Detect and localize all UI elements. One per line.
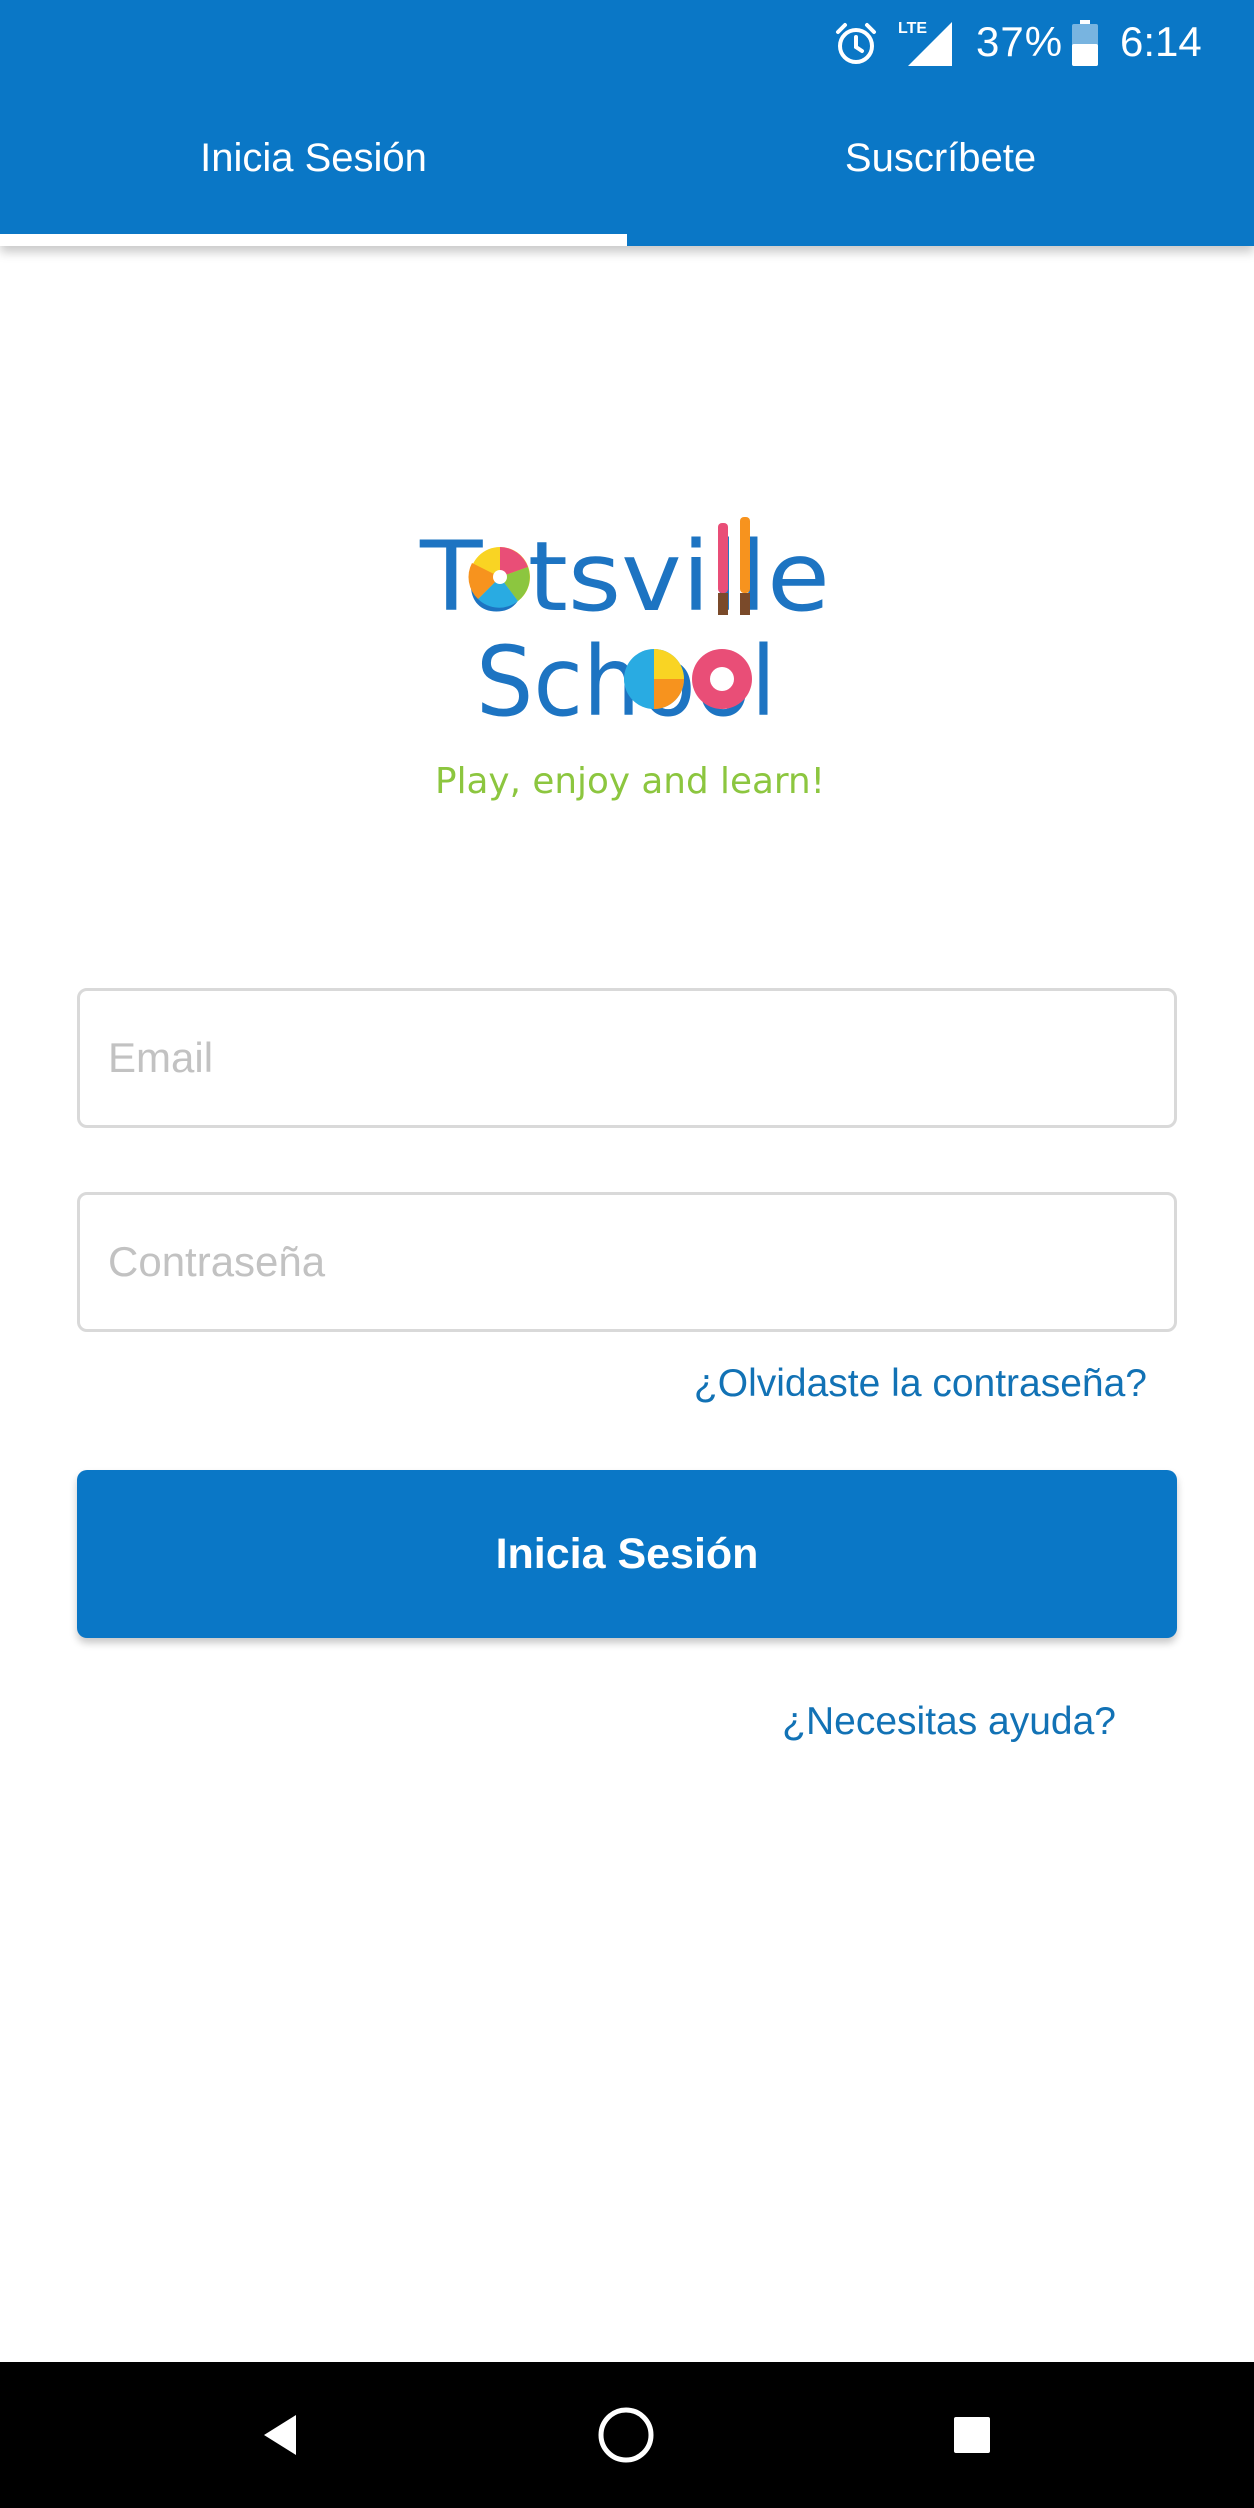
battery-percent: 37%: [976, 18, 1064, 65]
password-field[interactable]: [77, 1192, 1177, 1332]
home-button[interactable]: [556, 2362, 696, 2508]
email-field[interactable]: [77, 988, 1177, 1128]
tab-indicator: [0, 234, 627, 246]
recents-icon: [954, 2417, 990, 2453]
app-header: LTE 37% 6:14 Inicia Sesión Suscríbete: [0, 0, 1254, 246]
back-icon: [264, 2415, 296, 2455]
tab-signup-label: Suscríbete: [844, 135, 1037, 180]
battery-icon: [1072, 20, 1098, 66]
totsville-logo: Totsville School Play, enjoy and learn!: [419, 517, 830, 802]
status-bar: LTE 37% 6:14: [0, 0, 1254, 90]
clock: 6:14: [1120, 18, 1202, 65]
recents-button[interactable]: [902, 2362, 1042, 2508]
login-button[interactable]: Inicia Sesión: [77, 1470, 1177, 1638]
lte-signal-icon: LTE: [898, 20, 952, 66]
back-button[interactable]: [210, 2362, 350, 2508]
ball-icon: [624, 649, 684, 709]
navigation-bar: [0, 2362, 1254, 2508]
tab-login-label: Inicia Sesión: [200, 135, 427, 180]
tab-signup[interactable]: Suscríbete: [627, 90, 1254, 246]
help-link[interactable]: ¿Necesitas ayuda?: [782, 1700, 1116, 1744]
logo-tagline: Play, enjoy and learn!: [435, 761, 825, 802]
home-icon: [598, 2407, 654, 2463]
tab-login[interactable]: Inicia Sesión: [0, 90, 627, 246]
alarm-icon: [836, 23, 876, 64]
lte-label: LTE: [898, 20, 927, 37]
donut-icon: [692, 649, 752, 709]
forgot-password-link[interactable]: ¿Olvidaste la contraseña?: [694, 1362, 1147, 1406]
